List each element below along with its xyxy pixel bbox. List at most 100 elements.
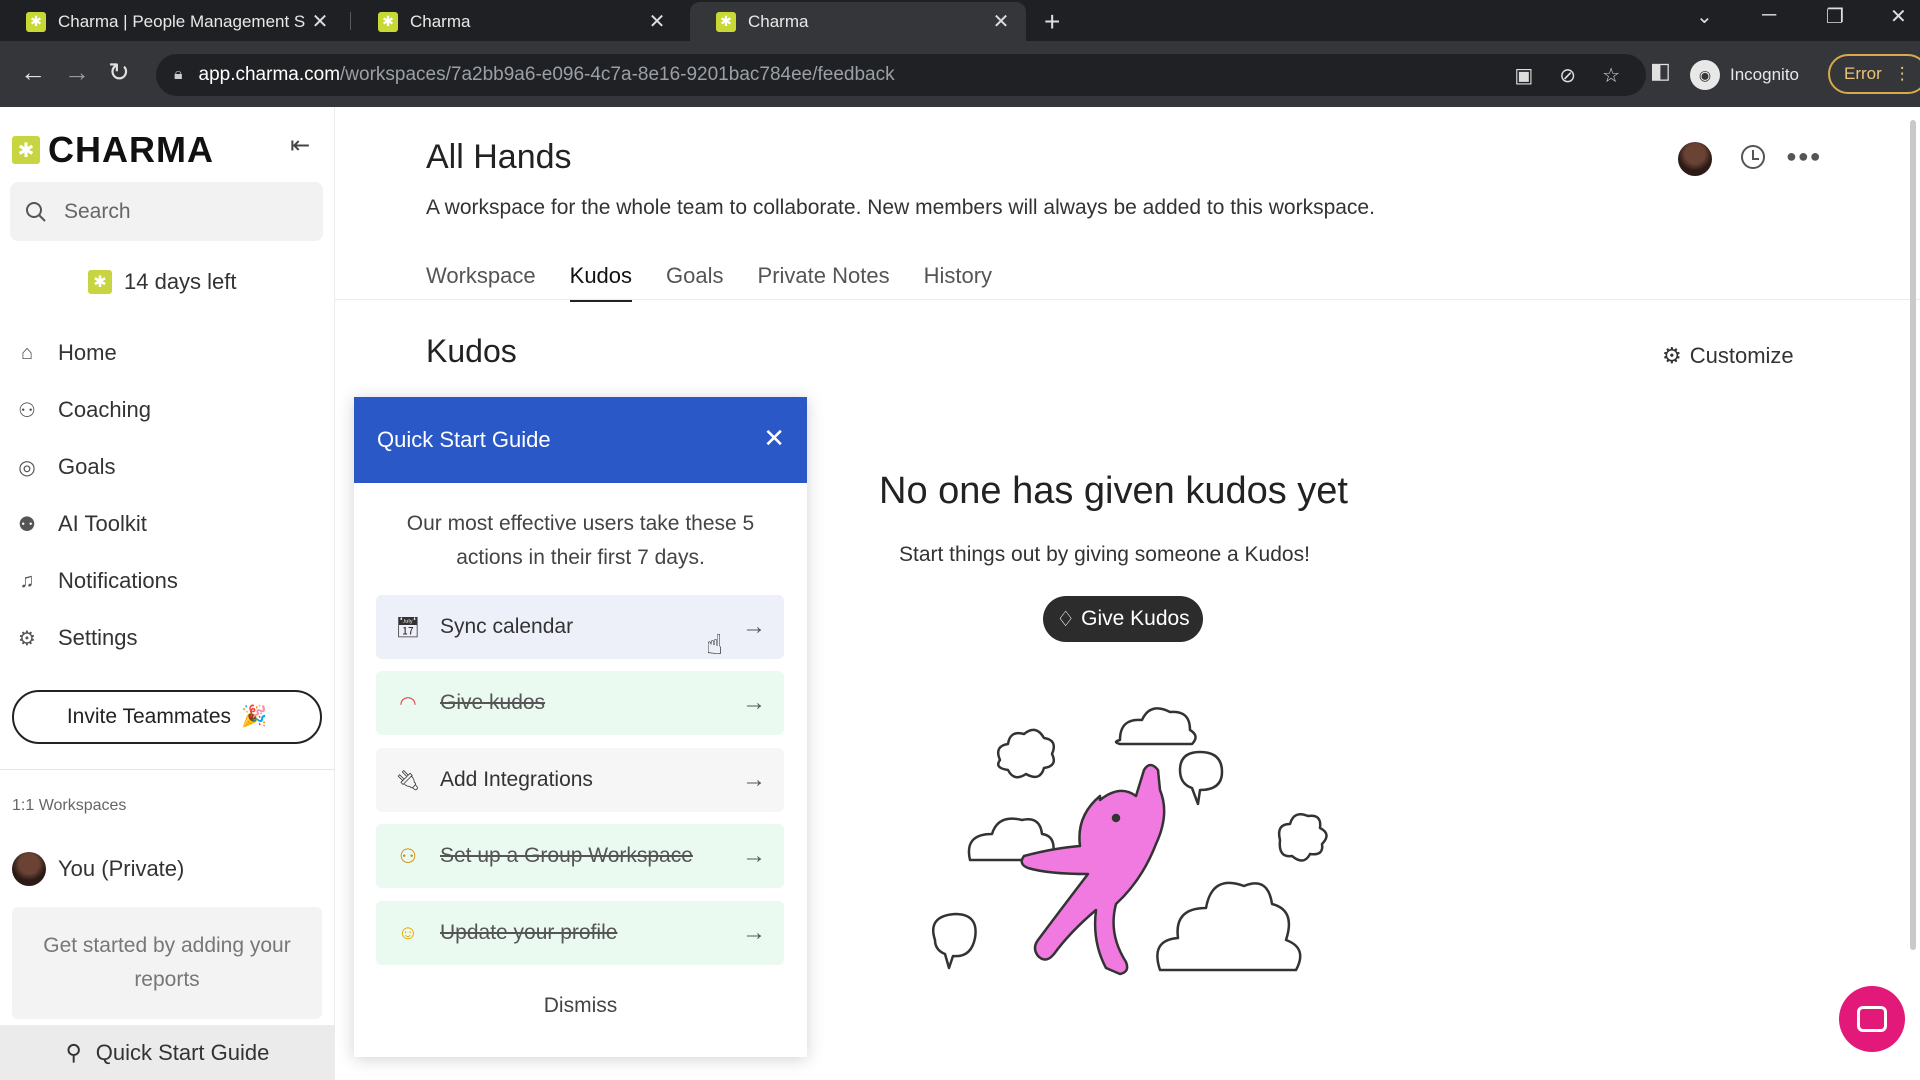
tab-search-icon[interactable]: ⌄: [1696, 4, 1713, 29]
customize-label: Customize: [1689, 343, 1794, 368]
tab-history[interactable]: History: [924, 263, 992, 302]
quick-start-item-label: Add Integrations: [440, 768, 593, 791]
address-bar: ← → ↻ 🔒︎ app.charma.com /workspaces/7a2b…: [0, 41, 1920, 107]
workspace-tabs: Workspace Kudos Goals Private Notes Hist…: [426, 263, 992, 302]
browser-tab-1[interactable]: ✱ Charma | People Management S ✕: [0, 2, 345, 41]
logo-wordmark: CHARMA: [48, 129, 214, 170]
sidebar-item-home[interactable]: ⌂ Home: [14, 340, 117, 366]
browser-tab-title: Charma: [410, 11, 471, 31]
kudos-illustration: [932, 707, 1328, 976]
page-title: All Hands: [426, 138, 572, 176]
search-icon: [26, 201, 46, 222]
browser-tab-title: Charma | People Management S: [58, 11, 306, 31]
sidebar-item-coaching[interactable]: ⚇ Coaching: [14, 397, 151, 423]
star-icon[interactable]: ☆: [1602, 63, 1620, 88]
url-field[interactable]: 🔒︎ app.charma.com /workspaces/7a2bb9a6-e…: [156, 54, 1646, 96]
charma-favicon-icon: ✱: [716, 11, 736, 32]
lock-icon: 🔒︎: [174, 66, 183, 83]
robot-icon: ⚉: [18, 513, 36, 536]
private-workspace-item[interactable]: You (Private): [12, 852, 184, 886]
sidebar-item-label: Coaching: [58, 397, 151, 422]
camera-blocked-icon[interactable]: ▣: [1514, 63, 1533, 88]
home-icon: ⌂: [20, 341, 34, 364]
tab-separator: [350, 12, 351, 30]
chat-launcher-button[interactable]: [1839, 986, 1905, 1052]
close-icon[interactable]: ✕: [763, 423, 785, 454]
restore-icon[interactable]: ❐: [1826, 4, 1844, 29]
quick-start-label: Quick Start Guide: [95, 1039, 270, 1065]
quick-start-guide-button[interactable]: ⚲ Quick Start Guide: [0, 1025, 335, 1080]
sidebar: ✱ CHARMA ⇤ Search ✱ 14 days left ⌂ Home …: [0, 107, 335, 1080]
search-placeholder: Search: [64, 199, 131, 223]
sidebar-item-label: Notifications: [58, 568, 178, 593]
give-kudos-button[interactable]: ♢ Give Kudos: [1043, 596, 1203, 642]
tab-workspace[interactable]: Workspace: [426, 263, 536, 302]
tab-kudos[interactable]: Kudos: [569, 263, 633, 302]
invite-teammates-button[interactable]: Invite Teammates 🎉: [12, 690, 322, 744]
section-title: Kudos: [426, 333, 517, 369]
browser-tab-2[interactable]: ✱ Charma ✕: [352, 2, 682, 41]
avatar: [12, 852, 46, 886]
invite-label: Invite Teammates: [66, 705, 232, 728]
calendar-icon: 📅︎: [395, 616, 421, 639]
quick-start-intro: Our most effective users take these 5 ac…: [406, 512, 755, 569]
sidebar-item-label: Settings: [58, 625, 138, 650]
give-kudos-label: Give Kudos: [1081, 607, 1190, 630]
new-tab-icon[interactable]: +: [1044, 6, 1060, 38]
close-tab-icon[interactable]: ✕: [309, 9, 331, 34]
sidebar-item-goals[interactable]: ◎ Goals: [14, 454, 115, 480]
arrow-right-icon: →: [742, 766, 766, 793]
close-tab-icon[interactable]: ✕: [990, 9, 1012, 34]
rainbow-icon: ◠: [399, 692, 417, 715]
url-host: app.charma.com: [198, 64, 341, 85]
sidebar-item-label: AI Toolkit: [58, 511, 147, 536]
forward-icon[interactable]: →: [64, 57, 90, 88]
history-clock-icon[interactable]: [1741, 145, 1765, 169]
browser-tab-title: Charma: [748, 11, 809, 31]
sidebar-item-label: Home: [58, 340, 117, 365]
quick-start-item-group-workspace[interactable]: ⚇ Set up a Group Workspace →: [376, 824, 784, 888]
browser-tab-3[interactable]: ✱ Charma ✕: [690, 2, 1026, 41]
page-description: A workspace for the whole team to collab…: [426, 196, 1375, 219]
charma-favicon-icon: ✱: [26, 11, 46, 32]
tab-goals[interactable]: Goals: [666, 263, 723, 302]
sidebar-item-settings[interactable]: ⚙ Settings: [14, 625, 138, 651]
charma-logo[interactable]: ✱ CHARMA: [12, 129, 214, 171]
incognito-indicator[interactable]: ◉ Incognito: [1690, 54, 1799, 96]
search-input[interactable]: Search: [10, 182, 323, 241]
dismiss-button[interactable]: Dismiss: [354, 994, 807, 1018]
side-panel-icon[interactable]: ◧: [1650, 58, 1671, 84]
trial-badge[interactable]: ✱ 14 days left: [88, 269, 237, 295]
quick-start-item-add-integrations[interactable]: 🔌︎ Add Integrations →: [376, 748, 784, 812]
smiley-icon: ☺: [397, 921, 419, 944]
gear-icon: ⚙: [1662, 343, 1682, 368]
eye-off-icon[interactable]: ⊘: [1559, 63, 1576, 88]
tabs-divider: [335, 299, 1920, 300]
sidebar-item-notifications[interactable]: ♫ Notifications: [14, 568, 178, 594]
trial-label: 14 days left: [124, 269, 237, 294]
party-popper-icon: 🎉: [241, 705, 268, 728]
reload-icon[interactable]: ↻: [108, 57, 130, 88]
chat-icon: [1857, 1006, 1887, 1032]
collapse-sidebar-icon[interactable]: ⇤: [290, 131, 310, 160]
more-options-icon[interactable]: ●●●: [1786, 146, 1822, 167]
error-button[interactable]: Error ⋮: [1828, 54, 1920, 94]
minimize-icon[interactable]: ─: [1762, 4, 1776, 27]
arrow-right-icon: →: [742, 689, 766, 716]
close-window-icon[interactable]: ✕: [1890, 4, 1907, 29]
page-scrollbar[interactable]: [1910, 120, 1916, 950]
quick-start-guide-panel: Quick Start Guide ✕ Our most effective u…: [354, 397, 807, 1057]
customize-button[interactable]: ⚙ Customize: [1662, 343, 1794, 369]
tab-private-notes[interactable]: Private Notes: [758, 263, 890, 302]
incognito-icon: ◉: [1690, 60, 1720, 90]
sidebar-item-ai-toolkit[interactable]: ⚉ AI Toolkit: [14, 511, 147, 537]
quick-start-item-update-profile[interactable]: ☺ Update your profile →: [376, 901, 784, 965]
charma-favicon-icon: ✱: [378, 11, 398, 32]
error-label: Error: [1844, 64, 1882, 83]
quick-start-item-give-kudos[interactable]: ◠ Give kudos →: [376, 671, 784, 735]
close-tab-icon[interactable]: ✕: [646, 9, 668, 34]
charma-logo-icon: ✱: [88, 270, 112, 294]
back-icon[interactable]: ←: [20, 57, 46, 88]
quick-start-item-label: Update your profile: [440, 921, 618, 944]
member-avatar[interactable]: [1678, 142, 1712, 176]
